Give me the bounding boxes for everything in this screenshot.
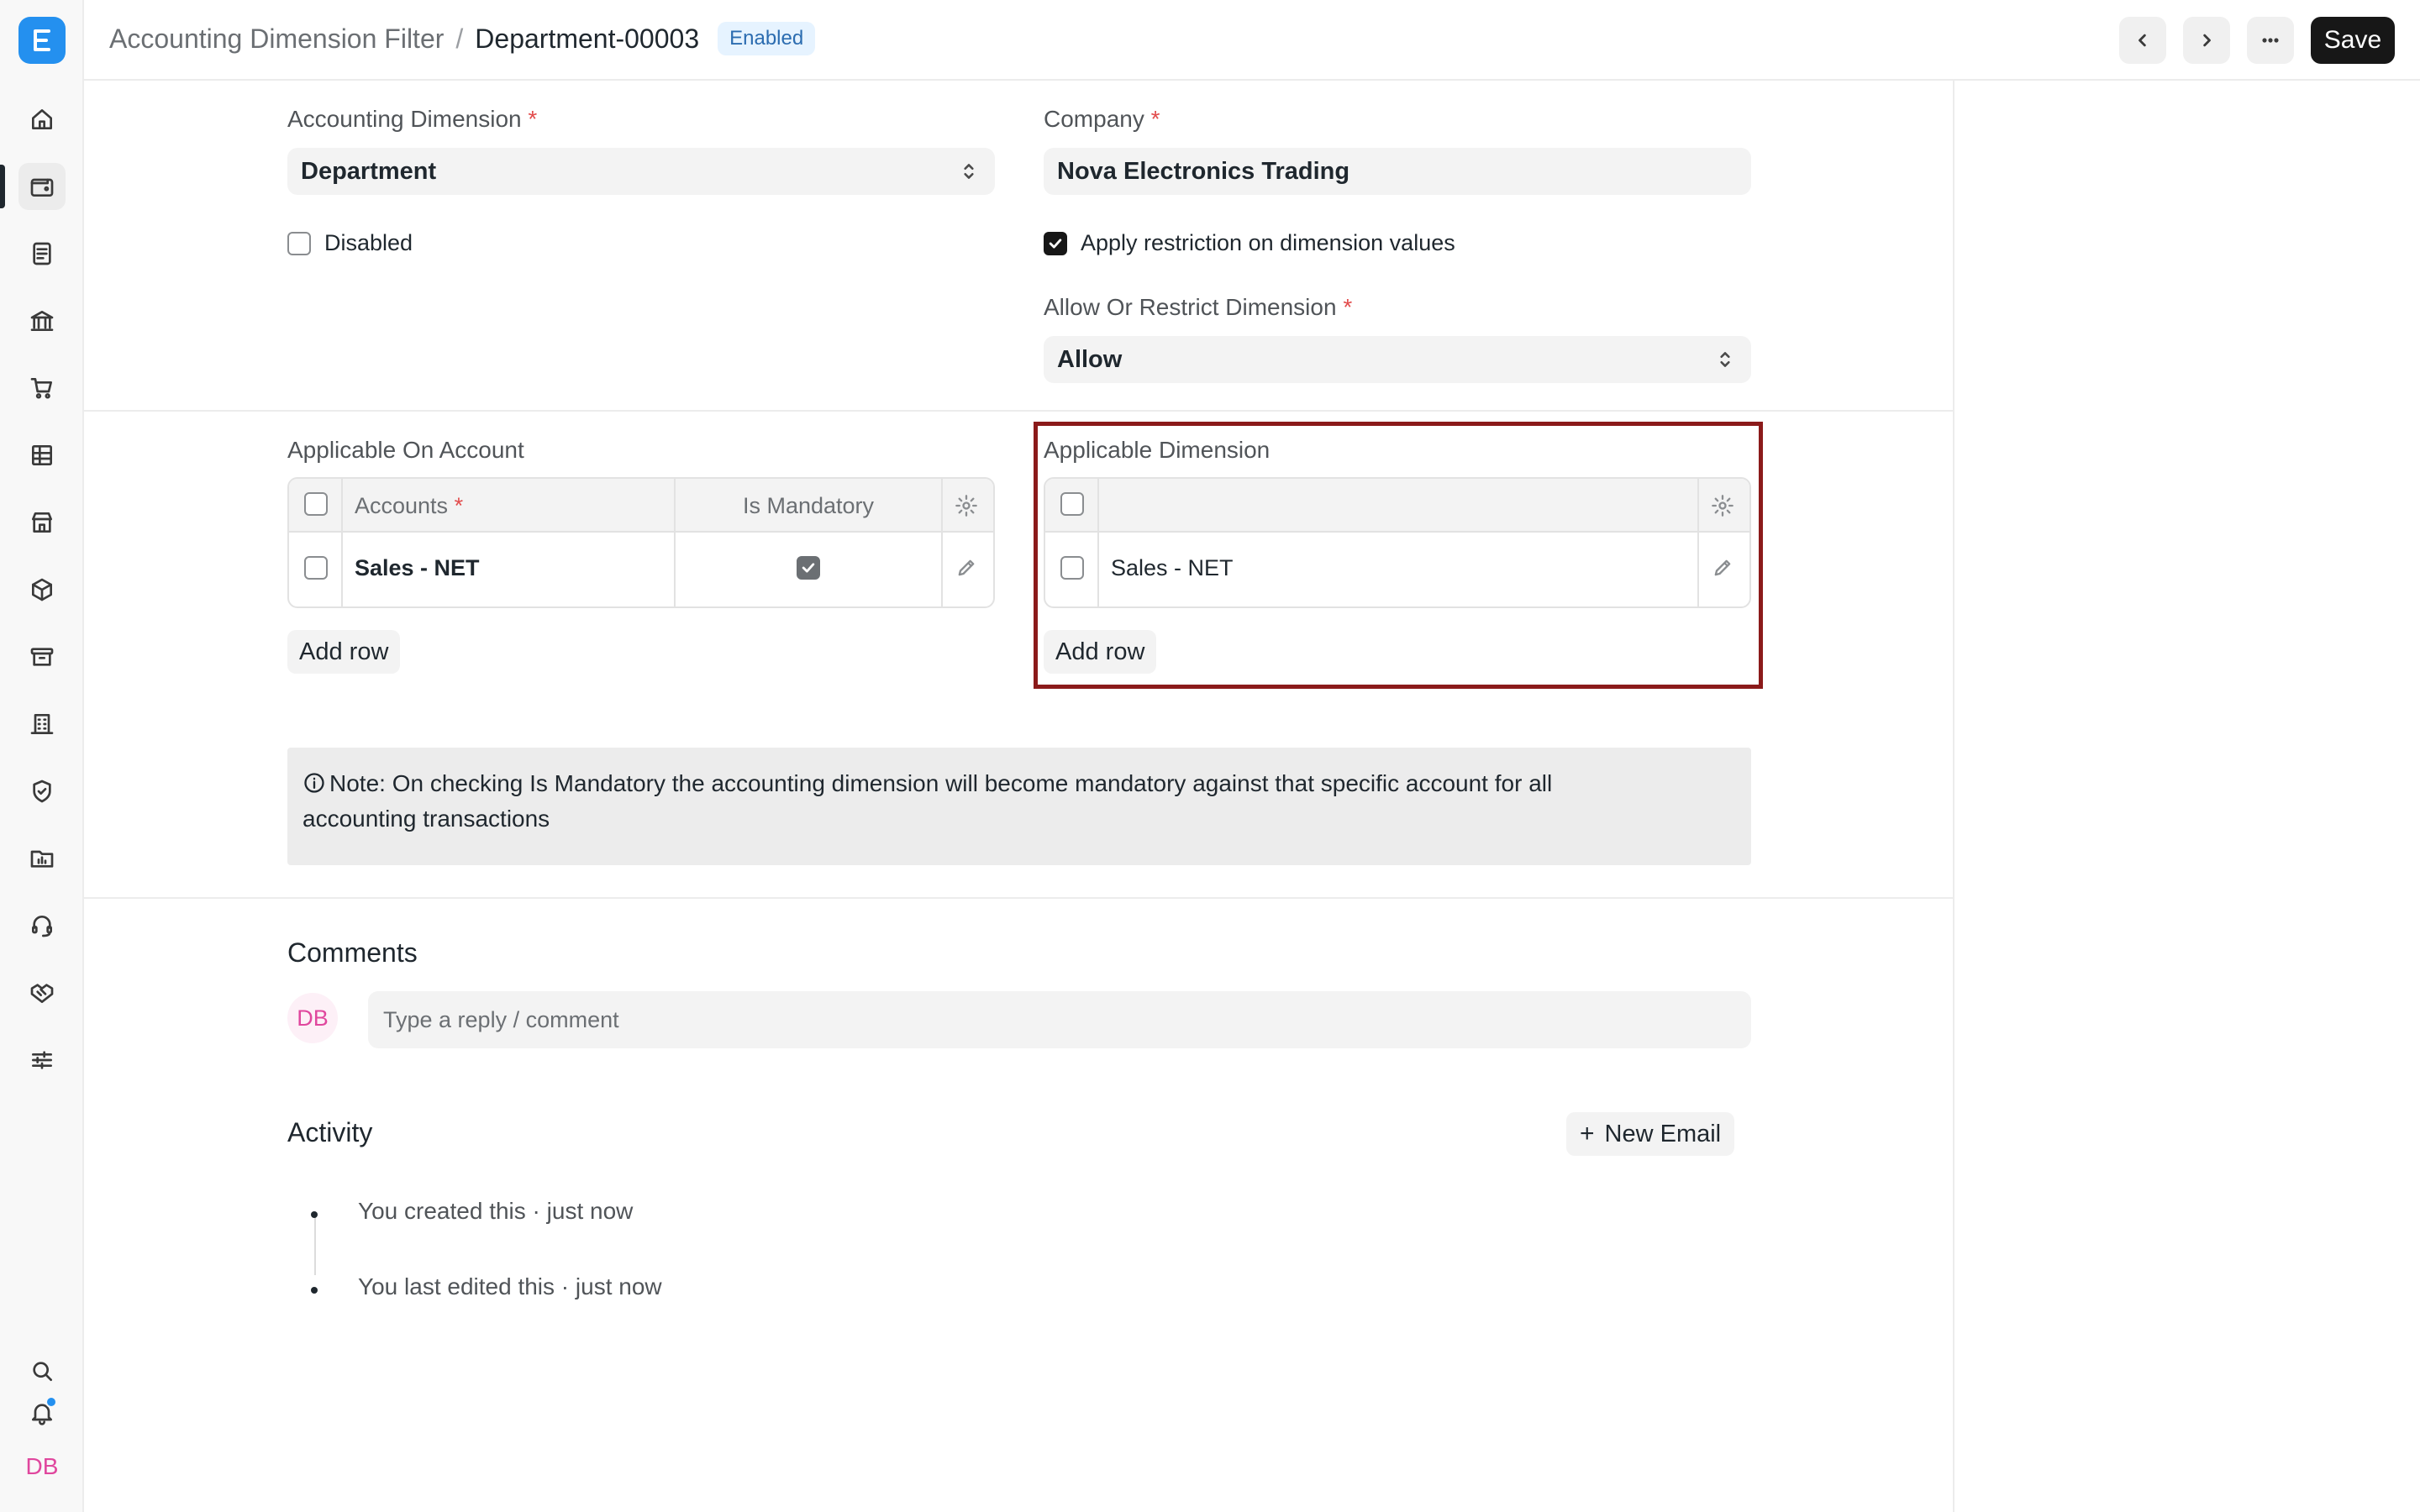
accounts-column-header: Accounts * (355, 492, 464, 518)
disabled-checkbox[interactable] (287, 231, 311, 255)
add-row-button-accounts[interactable]: Add row (287, 630, 401, 674)
select-chevron-icon (958, 160, 980, 183)
new-email-button[interactable]: + New Email (1566, 1112, 1735, 1156)
home-icon[interactable] (18, 96, 66, 143)
page-header: Accounting Dimension Filter / Department… (84, 0, 2420, 81)
archive-icon[interactable] (18, 633, 66, 680)
company-field[interactable]: Nova Electronics Trading (1044, 148, 1751, 195)
section-divider (84, 897, 1954, 899)
accounting-dimension-value: Department (301, 157, 437, 185)
previous-record-button[interactable] (2119, 17, 2166, 64)
activity-item: You created this · just now (358, 1198, 634, 1224)
timeline-line (314, 1216, 316, 1275)
allow-or-restrict-label: Allow Or Restrict Dimension * (1044, 294, 1353, 320)
save-button[interactable]: Save (2311, 17, 2395, 64)
form-main: Accounting Dimension * Department Compan… (84, 81, 1954, 1512)
more-actions-button[interactable] (2247, 17, 2294, 64)
note-line-1: Note: On checking Is Mandatory the accou… (329, 770, 1553, 796)
bell-icon[interactable] (18, 1389, 66, 1436)
search-icon[interactable] (18, 1347, 66, 1394)
folder-icon[interactable] (18, 835, 66, 882)
info-icon (302, 769, 326, 793)
ellipsis-icon (2262, 38, 2279, 43)
column-settings-gear-icon[interactable] (955, 494, 978, 517)
sliders-icon[interactable] (18, 1037, 66, 1084)
page-title: Department-00003 (475, 23, 700, 54)
breadcrumb: Accounting Dimension Filter / Department… (109, 22, 816, 55)
comment-avatar: DB (287, 993, 338, 1043)
user-avatar[interactable]: DB (18, 1443, 66, 1490)
applicable-on-account-label: Applicable On Account (287, 437, 524, 463)
erpnext-logo-icon (34, 29, 50, 51)
applicable-on-account-table: Accounts * Is Mandatory Sales - NET (287, 477, 995, 608)
is-mandatory-column-header: Is Mandatory (742, 492, 875, 518)
disabled-label: Disabled (324, 230, 413, 255)
apply-restriction-label: Apply restriction on dimension values (1081, 230, 1455, 255)
select-chevron-icon (1714, 348, 1736, 371)
disabled-checkbox-row[interactable]: Disabled (287, 230, 413, 256)
activity-item: You last edited this · just now (358, 1273, 662, 1299)
bank-icon[interactable] (18, 297, 66, 344)
check-icon (802, 563, 815, 573)
store-icon[interactable] (18, 499, 66, 546)
row-checkbox-cell (304, 556, 328, 580)
chevron-right-icon (2203, 34, 2211, 47)
box-icon[interactable] (18, 566, 66, 613)
headset-icon[interactable] (18, 902, 66, 949)
new-email-label: New Email (1604, 1120, 1722, 1147)
building-icon[interactable] (18, 701, 66, 748)
handshake-icon[interactable] (18, 969, 66, 1016)
is-mandatory-cell[interactable] (797, 556, 820, 580)
table-icon[interactable] (18, 432, 66, 479)
app-logo[interactable] (18, 17, 66, 64)
cart-icon[interactable] (18, 365, 66, 412)
wallet-icon[interactable] (18, 163, 66, 210)
comment-input[interactable]: Type a reply / comment (368, 991, 1751, 1048)
apply-restriction-checkbox-row[interactable]: Apply restriction on dimension values (1044, 230, 1455, 256)
timeline-dot (311, 1287, 318, 1294)
company-label: Company * (1044, 106, 1160, 132)
section-divider (84, 410, 1954, 412)
note-line-2: accounting transactions (302, 806, 550, 832)
is-mandatory-checkbox[interactable] (797, 556, 820, 580)
edit-row-pencil-icon[interactable] (955, 556, 978, 580)
activity-title: Activity (287, 1117, 373, 1147)
accounting-dimension-label: Accounting Dimension * (287, 106, 538, 132)
status-badge: Enabled (718, 22, 816, 55)
breadcrumb-separator: / (455, 23, 464, 54)
row-checkbox[interactable] (304, 556, 328, 580)
active-indicator (0, 165, 5, 208)
mandatory-note: Note: On checking Is Mandatory the accou… (287, 748, 1751, 865)
comments-title: Comments (287, 937, 418, 968)
company-value: Nova Electronics Trading (1057, 157, 1350, 185)
notification-dot (45, 1396, 57, 1408)
allow-or-restrict-select[interactable]: Allow (1044, 336, 1751, 383)
next-record-button[interactable] (2183, 17, 2230, 64)
select-all-checkbox[interactable] (304, 492, 328, 516)
check-icon (1049, 238, 1062, 249)
sidebar: DB (0, 0, 84, 1512)
account-cell[interactable]: Sales - NET (355, 551, 480, 585)
plus-icon: + (1580, 1120, 1595, 1147)
breadcrumb-parent-link[interactable]: Accounting Dimension Filter (109, 24, 444, 55)
timeline-dot (311, 1211, 318, 1218)
shield-icon[interactable] (18, 768, 66, 815)
accounting-dimension-select[interactable]: Department (287, 148, 995, 195)
allow-or-restrict-value: Allow (1057, 345, 1123, 373)
highlight-box (1034, 422, 1763, 689)
apply-restriction-checkbox[interactable] (1044, 231, 1067, 255)
chevron-left-icon (2139, 34, 2146, 47)
document-icon[interactable] (18, 230, 66, 277)
select-all-checkbox-cell (304, 492, 328, 516)
